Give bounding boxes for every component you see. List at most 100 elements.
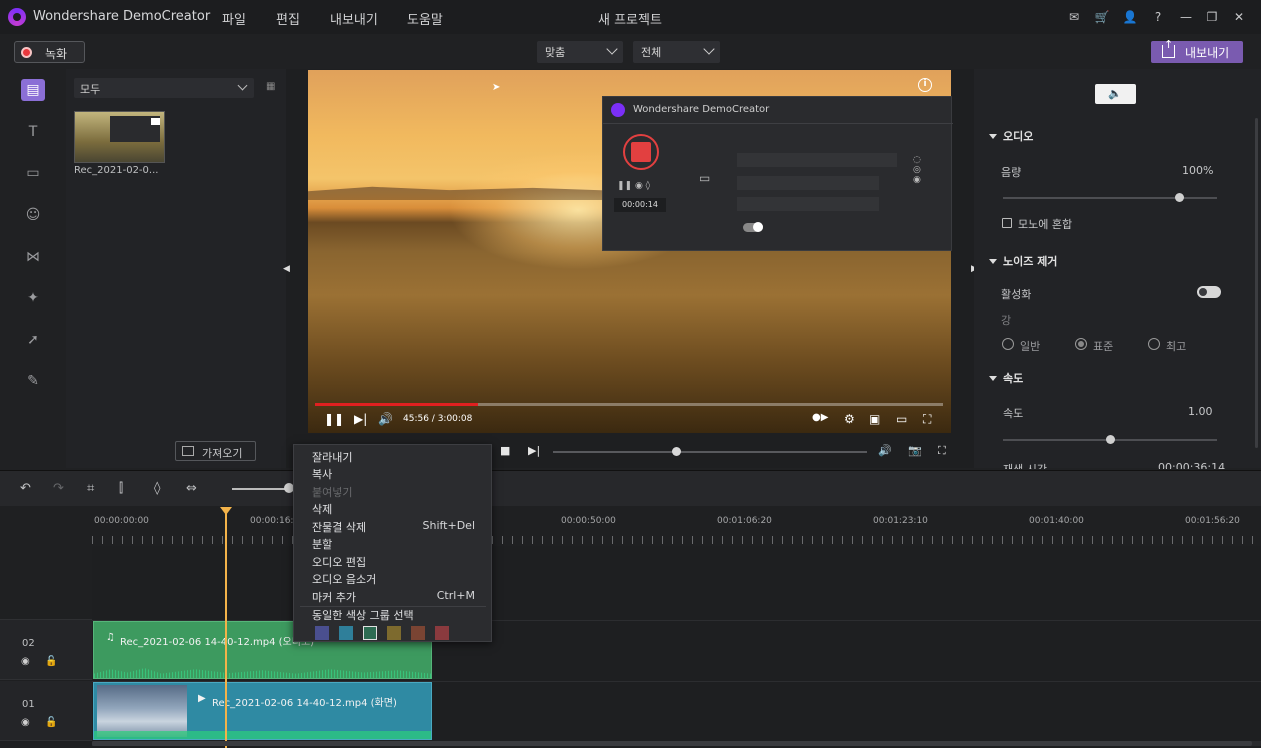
- enable-label: 활성화: [1001, 288, 1032, 301]
- menu-item-select-color-group[interactable]: 동일한 색상 그룹 선택: [312, 607, 414, 623]
- menu-help[interactable]: 도움말: [407, 9, 443, 28]
- speed-slider-knob[interactable]: [1106, 435, 1115, 444]
- split-icon[interactable]: ⫿: [119, 481, 123, 496]
- recorder-time: 00:00:14: [614, 198, 666, 212]
- quality-select[interactable]: 전체: [633, 41, 720, 63]
- recorder-field: [737, 176, 879, 190]
- audio-clip-label: Rec_2021-02-06 14-40-12.mp4 (오디오): [120, 637, 315, 648]
- fit-select[interactable]: 맞춤: [537, 41, 623, 63]
- close-icon[interactable]: ✕: [1231, 9, 1247, 25]
- eye-icon[interactable]: ◉: [21, 717, 30, 728]
- shortcut-add-marker: Ctrl+M: [436, 589, 475, 602]
- undo-icon[interactable]: ↶: [20, 481, 31, 496]
- mail-icon[interactable]: ✉: [1066, 9, 1082, 25]
- radio-best[interactable]: [1148, 338, 1160, 350]
- grid-view-icon[interactable]: ▦: [266, 81, 278, 93]
- snapshot-icon[interactable]: 📷: [908, 444, 922, 457]
- radio-normal[interactable]: [1002, 338, 1014, 350]
- menu-item-mute-audio[interactable]: 오디오 음소거: [312, 571, 376, 587]
- collapse-left-icon[interactable]: ◀: [283, 264, 290, 274]
- sticker-icon[interactable]: ☺: [21, 204, 45, 226]
- color-swatch[interactable]: [315, 626, 329, 640]
- cursor-effect-icon[interactable]: ➚: [21, 329, 45, 351]
- info-icon[interactable]: i: [918, 78, 932, 92]
- text-icon[interactable]: T: [21, 121, 45, 143]
- media-clip-name: Rec_2021-02-0...: [74, 165, 159, 176]
- speed-section-header[interactable]: 속도: [989, 370, 1023, 386]
- volume-slider[interactable]: [1003, 197, 1217, 199]
- redo-icon[interactable]: ↷: [53, 481, 64, 496]
- radio-standard[interactable]: [1075, 338, 1087, 350]
- recorder-controls-icon: ❚❚ ◉ ◊: [617, 181, 651, 191]
- lock-icon[interactable]: 🔓: [45, 717, 57, 728]
- menu-edit[interactable]: 편집: [276, 9, 300, 28]
- playhead-handle[interactable]: [220, 507, 232, 515]
- menu-item-split[interactable]: 분할: [312, 536, 332, 552]
- fullscreen-icon[interactable]: ⛶: [938, 444, 946, 458]
- minimize-icon[interactable]: —: [1178, 9, 1194, 25]
- record-button[interactable]: 녹화: [14, 41, 85, 63]
- audio-section-header[interactable]: 오디오: [989, 128, 1033, 144]
- denoise-toggle[interactable]: [1197, 286, 1221, 298]
- lock-icon[interactable]: 🔓: [45, 656, 57, 667]
- recorder-field: [737, 153, 897, 167]
- window-title: 새 프로젝트: [598, 13, 662, 28]
- user-icon[interactable]: 👤: [1122, 9, 1138, 25]
- annotation-icon[interactable]: ▭: [21, 162, 45, 184]
- color-swatch-selected[interactable]: [363, 626, 377, 640]
- menu-item-add-marker[interactable]: 마커 추가: [312, 589, 356, 605]
- color-swatch[interactable]: [435, 626, 449, 640]
- color-swatch[interactable]: [411, 626, 425, 640]
- tick-label: 00:00:50:00: [561, 516, 616, 526]
- help-icon[interactable]: ?: [1150, 9, 1166, 25]
- audio-tab-button[interactable]: 🔈: [1095, 84, 1136, 104]
- export-label: 내보내기: [1185, 46, 1230, 60]
- timeline-scrollbar[interactable]: [92, 741, 1252, 746]
- volume-icon[interactable]: 🔊: [878, 444, 892, 457]
- eye-icon[interactable]: ◉: [21, 656, 30, 667]
- marker-icon[interactable]: ◊: [154, 481, 160, 496]
- properties-scrollbar[interactable]: [1255, 118, 1258, 448]
- menu-file[interactable]: 파일: [222, 9, 246, 28]
- library-filter-select[interactable]: 모두: [74, 78, 254, 98]
- menu-item-cut[interactable]: 잘라내기: [312, 449, 352, 465]
- playback-track[interactable]: [553, 451, 867, 453]
- volume-slider-knob[interactable]: [1175, 193, 1184, 202]
- color-swatch[interactable]: [339, 626, 353, 640]
- duration-value: 00:00:36:14: [1158, 461, 1226, 469]
- stop-icon[interactable]: ■: [500, 444, 510, 457]
- menu-export[interactable]: 내보내기: [330, 9, 378, 28]
- restore-icon[interactable]: ❐: [1204, 9, 1220, 25]
- speed-label: 속도: [1003, 407, 1024, 420]
- track-head-01: 01 ◉ 🔓: [0, 681, 92, 741]
- color-swatch[interactable]: [387, 626, 401, 640]
- media-thumbnail[interactable]: [74, 111, 165, 163]
- transition-icon[interactable]: ⋈: [21, 246, 45, 268]
- menu-item-ripple-delete[interactable]: 잔물결 삭제: [312, 519, 366, 535]
- video-clip-thumbnail: [97, 685, 187, 737]
- playhead[interactable]: [225, 512, 227, 748]
- menu-item-delete[interactable]: 삭제: [312, 501, 332, 517]
- fit-timeline-icon[interactable]: ⇔: [186, 481, 197, 496]
- volume-label: 음량: [1001, 166, 1022, 179]
- import-button[interactable]: 가져오기: [175, 441, 256, 461]
- autoplay-icon: ●▶: [812, 412, 829, 423]
- menu-item-edit-audio[interactable]: 오디오 편집: [312, 554, 366, 570]
- timeline-zoom-track[interactable]: [232, 488, 288, 490]
- tick-label: 00:01:56:20: [1185, 516, 1240, 526]
- camera-icon: [151, 118, 160, 125]
- skip-forward-icon[interactable]: ▶|: [528, 444, 540, 457]
- media-library-icon[interactable]: ▤: [21, 79, 45, 101]
- export-button[interactable]: 내보내기: [1151, 38, 1243, 63]
- crop-icon[interactable]: ⌗: [87, 481, 94, 496]
- audio-effect-icon[interactable]: ✎: [21, 370, 45, 392]
- playback-knob[interactable]: [672, 447, 681, 456]
- mono-checkbox[interactable]: [1002, 218, 1012, 228]
- denoise-section-header[interactable]: 노이즈 제거: [989, 253, 1057, 269]
- effects-icon[interactable]: ✦: [21, 287, 45, 309]
- video-clip[interactable]: ▶ Rec_2021-02-06 14-40-12.mp4 (화면): [93, 682, 432, 740]
- menu-item-copy[interactable]: 복사: [312, 466, 332, 482]
- recorder-divider: [603, 123, 953, 124]
- cart-icon[interactable]: 🛒: [1094, 9, 1110, 25]
- chevron-down-icon: [703, 43, 715, 55]
